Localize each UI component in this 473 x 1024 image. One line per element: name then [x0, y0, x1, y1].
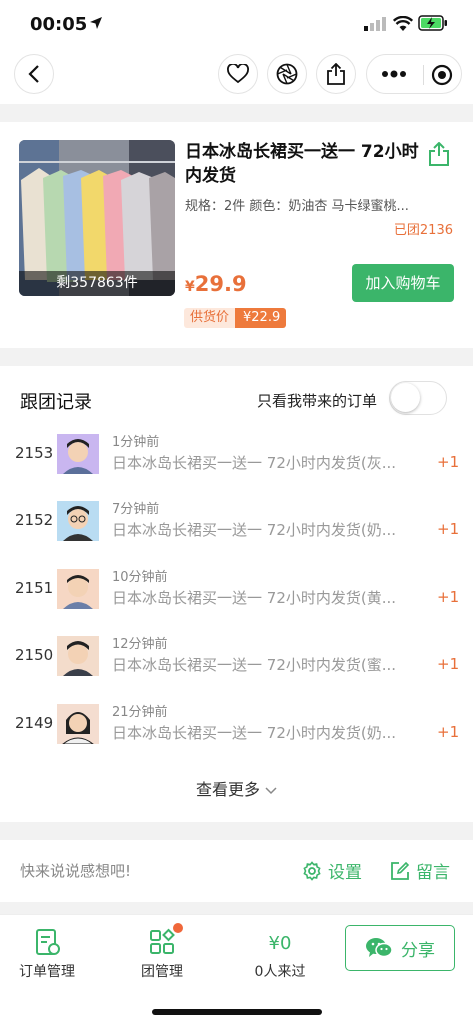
see-more-label: 查看更多 [195, 780, 260, 799]
earnings-stat[interactable]: ¥0 0人来过 [230, 927, 330, 981]
only-mine-label: 只看我带来的订单 [257, 392, 378, 410]
edit-icon [391, 861, 410, 880]
stock-label: 剩357863件 [19, 271, 175, 296]
location-arrow-icon [90, 17, 102, 29]
status-time: 00:05 [30, 14, 88, 35]
settings-label: 设置 [328, 863, 362, 883]
price-currency: ¥ [185, 279, 195, 295]
comment-bar: 快来说说感想吧! 设置 留言 [0, 840, 473, 902]
avatar [57, 434, 99, 474]
close-miniapp-icon[interactable] [431, 64, 453, 86]
product-title: 日本冰岛长裙买一送一 72小时内发货 [185, 142, 419, 186]
visitors-label: 0人来过 [254, 964, 306, 980]
product-spec: 规格：2件 颜色：奶油杏 马卡绿蜜桃... [185, 199, 409, 214]
wechat-icon [366, 938, 393, 958]
product-share-icon[interactable] [428, 142, 450, 166]
bottom-bar: 订单管理 团管理 ¥0 0人来过 分享 [0, 914, 473, 1024]
share-upload-icon [327, 63, 345, 85]
product-card[interactable]: 剩357863件 日本冰岛长裙买一送一 72小时内发货 规格：2件 颜色：奶油杏… [0, 122, 473, 348]
record-number: 2149 [15, 714, 54, 732]
group-records-section: 跟团记录 只看我带来的订单 2153 1分钟前 日本冰岛长裙买一送一 72小时内… [0, 366, 473, 822]
record-number: 2153 [15, 444, 54, 462]
avatar [57, 704, 99, 744]
supply-price-badge: 供货价 ¥22.9 [184, 308, 287, 328]
share-button[interactable]: 分享 [345, 925, 455, 971]
record-qty: +1 [437, 453, 460, 471]
record-desc: 日本冰岛长裙买一送一 72小时内发货(黄... [112, 589, 397, 607]
group-manage-icon [150, 928, 175, 954]
message-button[interactable]: 留言 [390, 858, 450, 883]
gear-icon [303, 860, 321, 881]
record-row[interactable]: 2150 12分钟前 日本冰岛长裙买一送一 72小时内发货(蜜... +1 [0, 636, 473, 696]
joined-count: 已团2136 [393, 223, 453, 238]
supply-price-value: ¥22.9 [235, 308, 287, 328]
avatar [57, 636, 99, 676]
record-time: 7分钟前 [112, 502, 160, 517]
share-top-button[interactable] [316, 54, 356, 94]
heart-icon [227, 64, 249, 84]
see-more-link[interactable]: 查看更多 [0, 776, 473, 800]
record-desc: 日本冰岛长裙买一送一 72小时内发货(奶... [112, 724, 397, 742]
favorite-button[interactable] [218, 54, 258, 94]
record-qty: +1 [437, 588, 460, 606]
record-row[interactable]: 2151 10分钟前 日本冰岛长裙买一送一 72小时内发货(黄... +1 [0, 569, 473, 629]
record-qty: +1 [437, 655, 460, 673]
tab-orders[interactable]: 订单管理 [0, 927, 97, 981]
record-desc: 日本冰岛长裙买一送一 72小时内发货(奶... [112, 521, 397, 539]
settings-button[interactable]: 设置 [302, 858, 362, 883]
record-row[interactable]: 2149 21分钟前 日本冰岛长裙买一送一 72小时内发货(奶... +1 [0, 704, 473, 764]
add-to-cart-button[interactable]: 加入购物车 [352, 264, 454, 302]
tab-group[interactable]: 团管理 [112, 923, 212, 981]
record-time: 21分钟前 [112, 705, 168, 720]
product-image[interactable]: 剩357863件 [19, 140, 175, 296]
chevron-down-icon [265, 787, 277, 795]
tab-group-label: 团管理 [141, 964, 183, 980]
nav-bar [0, 48, 473, 104]
comment-hint[interactable]: 快来说说感想吧! [20, 860, 131, 881]
supply-price-label: 供货价 [184, 308, 236, 328]
share-label: 分享 [401, 940, 435, 961]
price-value: 29.9 [194, 272, 247, 296]
capsule-divider [423, 65, 424, 85]
shutter-button[interactable] [267, 54, 307, 94]
home-indicator [152, 1009, 322, 1015]
notification-dot [173, 923, 183, 933]
product-price: ¥29.9 [185, 272, 247, 296]
record-time: 10分钟前 [112, 570, 168, 585]
avatar [57, 501, 99, 541]
battery-charging-icon [418, 15, 447, 31]
record-number: 2150 [15, 646, 54, 664]
signal-icon [364, 17, 386, 31]
records-title: 跟团记录 [20, 392, 92, 413]
group-manage-icon-wrap [147, 923, 183, 957]
record-desc: 日本冰岛长裙买一送一 72小时内发货(灰... [112, 454, 397, 472]
record-time: 12分钟前 [112, 637, 168, 652]
record-qty: +1 [437, 520, 460, 538]
wifi-icon [393, 16, 413, 31]
toggle-knob [391, 383, 420, 412]
back-button[interactable] [14, 54, 54, 94]
record-row[interactable]: 2153 1分钟前 日本冰岛长裙买一送一 72小时内发货(灰... +1 [0, 434, 473, 494]
record-time: 1分钟前 [112, 435, 160, 450]
message-label: 留言 [416, 863, 450, 883]
record-desc: 日本冰岛长裙买一送一 72小时内发货(蜜... [112, 656, 397, 674]
more-dots-icon[interactable] [381, 70, 407, 78]
order-manage-icon [36, 929, 60, 955]
aperture-icon [276, 63, 298, 85]
miniapp-capsule [366, 54, 462, 94]
status-bar: 00:05 [0, 0, 473, 48]
record-number: 2151 [15, 579, 54, 597]
only-mine-toggle[interactable] [389, 381, 447, 415]
avatar [57, 569, 99, 609]
record-row[interactable]: 2152 7分钟前 日本冰岛长裙买一送一 72小时内发货(奶... +1 [0, 501, 473, 561]
chevron-left-icon [28, 65, 39, 83]
record-number: 2152 [15, 511, 54, 529]
earnings-value: ¥0 [268, 933, 292, 954]
tab-orders-label: 订单管理 [19, 964, 75, 980]
record-qty: +1 [437, 723, 460, 741]
